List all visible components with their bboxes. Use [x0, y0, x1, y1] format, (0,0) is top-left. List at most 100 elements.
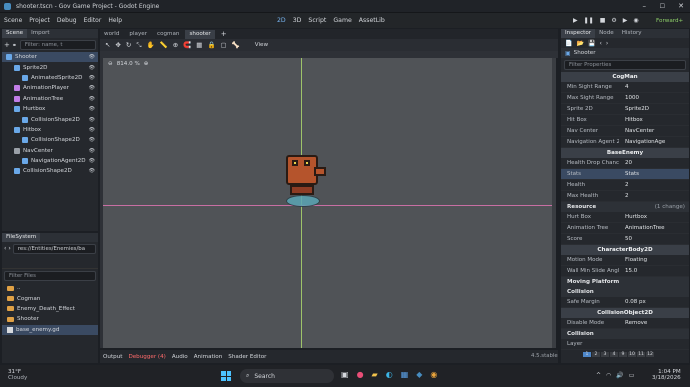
inspector-tab-node[interactable]: Node	[595, 29, 618, 38]
inspector-section-header[interactable]: CollisionObject2D	[561, 308, 689, 318]
scene-node[interactable]: CollisionShape2D 👁	[2, 166, 98, 176]
workspace-3d[interactable]: 3D	[293, 17, 302, 24]
filesystem-item[interactable]: Cogman	[2, 293, 98, 303]
layer-bit[interactable]: 12	[646, 352, 654, 357]
wifi-icon[interactable]: ◠	[606, 372, 611, 379]
layer-bit[interactable]: 4	[610, 352, 618, 357]
volume-icon[interactable]: 🔊	[616, 372, 623, 379]
bottom-tab[interactable]: Shader Editor	[228, 354, 266, 360]
visibility-eye-icon[interactable]: 👁	[89, 106, 95, 112]
scene-filter-input[interactable]: Filter: name, t	[19, 40, 96, 50]
scene-node[interactable]: CollisionShape2D 👁	[2, 135, 98, 145]
filesystem-item[interactable]: Enemy_Death_Effect	[2, 304, 98, 314]
zoom-level[interactable]: 814.0 %	[117, 61, 140, 67]
menu-item-debug[interactable]: Debug	[57, 17, 77, 24]
property-value[interactable]: 4	[619, 84, 689, 90]
view-menu[interactable]: View	[255, 42, 268, 48]
inspector-section-header[interactable]: CharacterBody2D	[561, 245, 689, 255]
tab-scene[interactable]: Scene	[2, 29, 28, 38]
menu-item-scene[interactable]: Scene	[4, 17, 22, 24]
app-icon-1[interactable]: ●	[357, 370, 364, 379]
link-icon[interactable]: ⚭	[12, 42, 17, 49]
visibility-eye-icon[interactable]: 👁	[89, 85, 95, 91]
property-value[interactable]: AnimationTree	[619, 225, 689, 231]
history-back-icon[interactable]: ‹	[599, 40, 601, 47]
scene-node[interactable]: CollisionShape2D 👁	[2, 114, 98, 124]
inspector-subsection[interactable]: Collision	[561, 287, 689, 297]
visibility-eye-icon[interactable]: 👁	[89, 75, 95, 81]
editor-tab-shooter[interactable]: shooter	[185, 29, 215, 39]
scene-node[interactable]: NavCenter 👁	[2, 146, 98, 156]
ruler-tool-icon[interactable]: 📏	[160, 41, 168, 49]
layer-bit[interactable]: 10	[628, 352, 636, 357]
chrome-icon[interactable]: ◉	[430, 370, 437, 379]
scene-node[interactable]: Hitbox 👁	[2, 125, 98, 135]
menu-item-project[interactable]: Project	[29, 17, 50, 24]
zoom-in-icon[interactable]: ⊕	[144, 61, 149, 67]
tray-chevron-icon[interactable]: ^	[596, 372, 601, 379]
battery-icon[interactable]: ▭	[629, 372, 635, 379]
inspector-section-header[interactable]: BaseEnemy	[561, 148, 689, 158]
load-resource-icon[interactable]: 📂	[576, 40, 583, 47]
stop-icon[interactable]: ■	[600, 17, 606, 24]
filesystem-path[interactable]: res://Entities/Enemies/ba	[12, 243, 96, 254]
visibility-eye-icon[interactable]: 👁	[89, 148, 95, 154]
visibility-eye-icon[interactable]: 👁	[89, 137, 95, 143]
editor-tab-world[interactable]: world	[100, 30, 123, 39]
visibility-eye-icon[interactable]: 👁	[89, 54, 95, 60]
play-scene-icon[interactable]: ▶	[623, 17, 628, 24]
weather-widget[interactable]: 31°F Cloudy	[8, 369, 27, 381]
property-value[interactable]: NavCenter	[619, 128, 689, 134]
movie-icon[interactable]: ◉	[633, 17, 638, 24]
scene-node[interactable]: AnimatedSprite2D 👁	[2, 73, 98, 83]
property-value[interactable]: 2	[619, 182, 689, 188]
property-value[interactable]: 15.0	[619, 268, 689, 274]
scene-node[interactable]: AnimationTree 👁	[2, 94, 98, 104]
workspace-game[interactable]: Game	[333, 17, 351, 24]
editor-tab-cogman[interactable]: cogman	[153, 30, 183, 39]
forward-icon[interactable]: ›	[8, 245, 10, 252]
minimize-button[interactable]: –	[643, 2, 647, 10]
inspector-subsection[interactable]: Collision	[561, 329, 689, 339]
property-value[interactable]: Remove	[619, 320, 689, 326]
inspector-tab-history[interactable]: History	[618, 29, 646, 38]
close-button[interactable]: ✕	[678, 2, 684, 10]
pause-icon[interactable]: ❚❚	[584, 17, 594, 24]
viewport-scrollbar-right[interactable]	[552, 58, 556, 348]
inspector-subsection[interactable]: Resource (1 change)	[561, 202, 689, 212]
bottom-tab[interactable]: Audio	[172, 354, 188, 360]
scene-node[interactable]: AnimationPlayer 👁	[2, 83, 98, 93]
zoom-out-icon[interactable]: ⊖	[108, 61, 113, 67]
property-value[interactable]: Stats	[619, 171, 689, 177]
file-explorer-icon[interactable]: ▰	[372, 370, 378, 379]
windows-start-icon[interactable]	[221, 371, 231, 381]
scene-node[interactable]: Shooter 👁	[2, 52, 98, 63]
move-tool-icon[interactable]: ✥	[115, 41, 120, 49]
rotate-tool-icon[interactable]: ↻	[126, 41, 131, 49]
property-value[interactable]: 50	[619, 236, 689, 242]
snap-icon[interactable]: 🧲	[183, 41, 191, 49]
select-tool-icon[interactable]: ↖	[105, 41, 110, 49]
layer-bit[interactable]: 9	[619, 352, 627, 357]
editor-tab-player[interactable]: player	[125, 30, 151, 39]
history-forward-icon[interactable]: ›	[606, 40, 608, 47]
property-value[interactable]: Floating	[619, 257, 689, 263]
workspace-assetlib[interactable]: AssetLib	[359, 17, 385, 24]
renderer-selector[interactable]: Forward+	[656, 18, 683, 24]
visibility-eye-icon[interactable]: 👁	[89, 158, 95, 164]
inspected-node[interactable]: Shooter	[574, 50, 596, 56]
bone-icon[interactable]: 🦴	[232, 41, 240, 49]
filesystem-item[interactable]: Shooter	[2, 314, 98, 324]
filesystem-item[interactable]: ..	[2, 283, 98, 293]
godot-task-icon[interactable]: ◆	[416, 370, 422, 379]
play-icon[interactable]: ▶	[573, 17, 578, 24]
inspector-subsection[interactable]: Moving Platform	[561, 277, 689, 287]
property-value[interactable]: 20	[619, 160, 689, 166]
new-tab-icon[interactable]: +	[221, 30, 227, 38]
scene-node[interactable]: NavigationAgent2D 👁	[2, 156, 98, 166]
save-resource-icon[interactable]: 💾	[588, 40, 595, 47]
scale-tool-icon[interactable]: ⤡	[136, 41, 141, 50]
layer-bit[interactable]: 11	[637, 352, 645, 357]
layer-bit[interactable]: 3	[601, 352, 609, 357]
group-icon[interactable]: ▢	[221, 41, 227, 49]
